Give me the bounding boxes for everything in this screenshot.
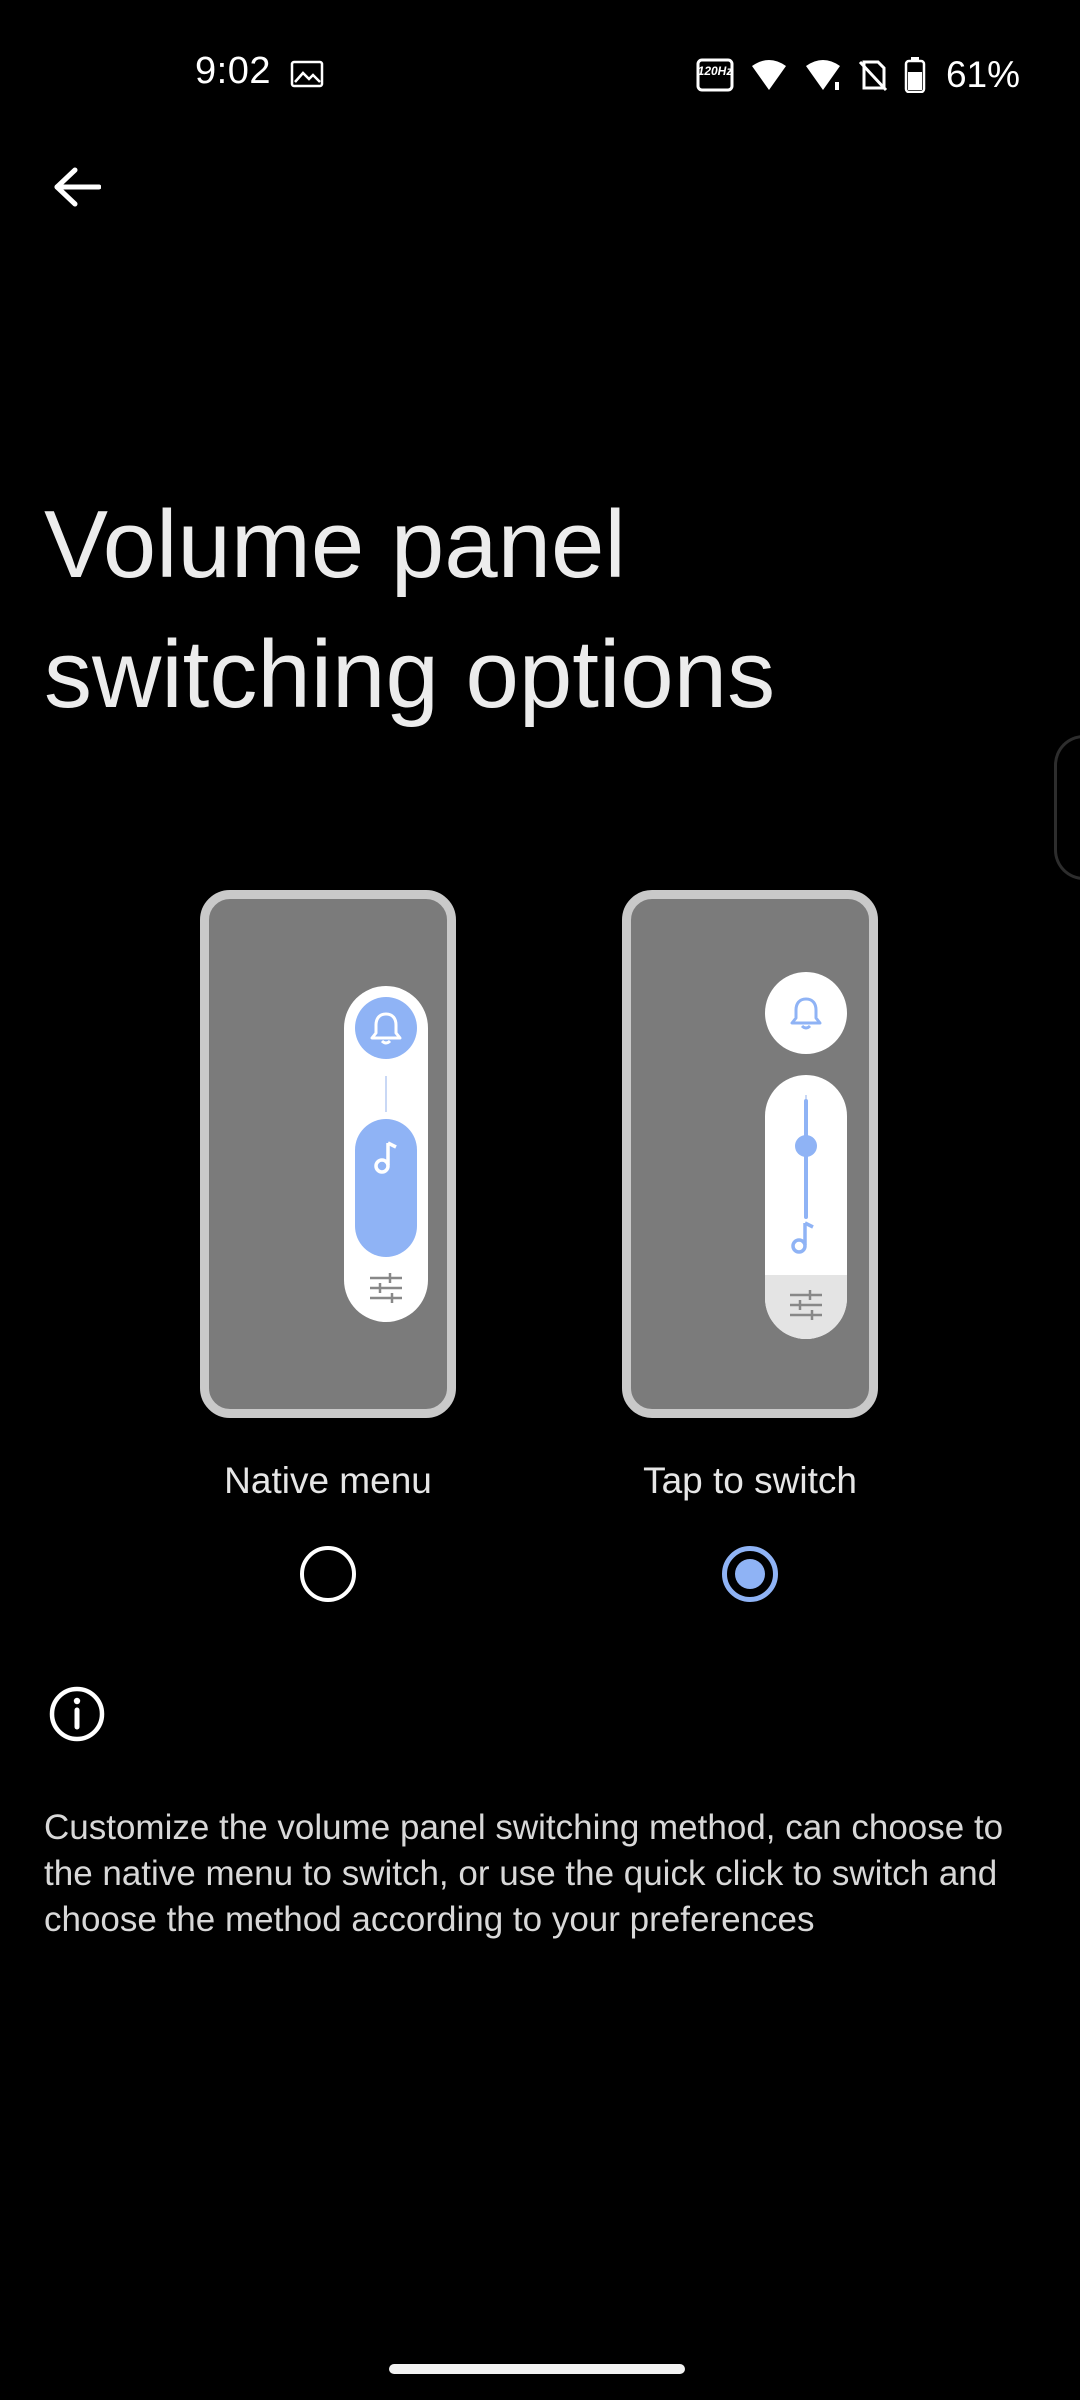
native-slider-track: [385, 1076, 387, 1112]
music-note-icon: [374, 1141, 397, 1174]
back-button[interactable]: [40, 150, 114, 224]
bell-button-preview: [765, 972, 847, 1054]
option-tap-to-switch[interactable]: Tap to switch: [610, 890, 890, 1602]
tap-slider-knob: [795, 1135, 817, 1157]
tap-slider-track: [804, 1099, 808, 1219]
bell-icon: [370, 1012, 402, 1045]
status-bar: 9:02 120Hz 61%: [0, 0, 1080, 150]
refresh-rate-label: 120Hz: [698, 64, 733, 78]
wifi-icon: [751, 60, 786, 90]
info-icon: [49, 1686, 105, 1742]
no-sim-icon: [858, 60, 888, 92]
volume-panel-settings-screen: 9:02 120Hz 61% Volume panel switching op…: [0, 0, 1080, 2400]
radio-tap-to-switch[interactable]: [722, 1546, 778, 1602]
arrow-back-icon: [54, 167, 101, 207]
music-note-icon: [791, 1221, 814, 1254]
radio-native-menu[interactable]: [300, 1546, 356, 1602]
battery-icon: [904, 57, 926, 93]
tune-icon: [790, 1290, 822, 1320]
status-time: 9:02: [195, 50, 271, 92]
bell-icon: [790, 997, 822, 1030]
battery-percent: 61%: [945, 54, 1020, 95]
native-volume-panel: [344, 986, 428, 1322]
tap-to-switch-preview: [622, 890, 878, 1418]
tune-icon: [370, 1273, 402, 1303]
status-icons: 120Hz 61%: [696, 50, 1020, 100]
native-media-slider: [355, 1119, 417, 1257]
info-description: Customize the volume panel switching met…: [44, 1808, 1004, 1939]
refresh-rate-icon: 120Hz: [696, 58, 734, 92]
option-label-tap-to-switch: Tap to switch: [643, 1460, 857, 1501]
tap-panel-footer: [765, 1275, 847, 1339]
edge-panel-handle[interactable]: [1054, 735, 1080, 880]
gallery-notification-icon: [290, 60, 324, 88]
signal-icon: [805, 60, 840, 90]
option-label-native-menu: Native menu: [224, 1460, 432, 1501]
native-menu-preview: [200, 890, 456, 1418]
option-native-menu[interactable]: Native menu: [188, 890, 468, 1602]
radio-selected-dot: [735, 1559, 765, 1589]
bell-button-preview: [355, 997, 417, 1059]
home-gesture-bar[interactable]: [389, 2364, 685, 2374]
page-title: Volume panel switching options: [44, 491, 776, 728]
tap-volume-panel: [765, 1075, 847, 1339]
